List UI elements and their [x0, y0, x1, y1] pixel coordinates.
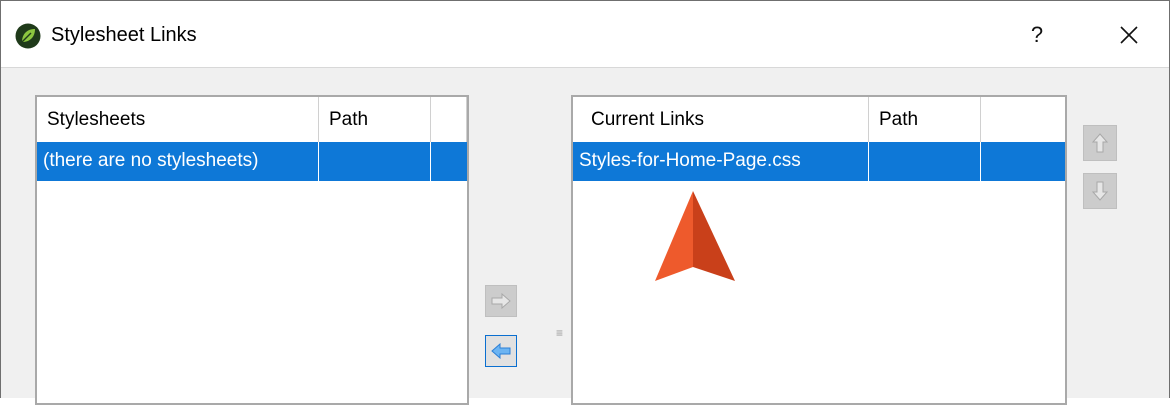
help-button[interactable]: ?: [1019, 17, 1055, 53]
arrow-right-icon: [491, 293, 511, 309]
column-header-filler: [431, 97, 467, 142]
remove-link-button[interactable]: [485, 335, 517, 367]
current-links-list-header: Current Links Path: [573, 97, 1065, 143]
list-item[interactable]: (there are no stylesheets): [37, 142, 467, 181]
current-links-list[interactable]: Current Links Path Styles-for-Home-Page.…: [571, 95, 1067, 405]
title-bar: Stylesheet Links ?: [1, 1, 1169, 68]
add-link-button[interactable]: [485, 285, 517, 317]
move-down-button[interactable]: [1083, 173, 1117, 209]
stylesheet-path-cell: [319, 142, 431, 181]
link-name-cell: Styles-for-Home-Page.css: [573, 142, 869, 181]
arrow-left-icon: [491, 343, 511, 359]
column-header-stylesheets[interactable]: Stylesheets: [37, 97, 319, 142]
arrow-up-icon: [1092, 133, 1108, 153]
stylesheet-name-cell: (there are no stylesheets): [37, 142, 319, 181]
row-filler-cell: [431, 142, 467, 181]
stylesheet-links-dialog: Stylesheet Links ? Stylesheets Path (the…: [0, 0, 1170, 405]
arrow-down-icon: [1092, 181, 1108, 201]
close-icon: [1120, 26, 1138, 44]
row-filler-cell: [981, 142, 1065, 181]
leaf-app-icon: [15, 23, 41, 49]
column-header-path[interactable]: Path: [869, 97, 981, 142]
column-header-filler: [981, 97, 1065, 142]
stylesheets-list[interactable]: Stylesheets Path (there are no styleshee…: [35, 95, 469, 405]
list-item[interactable]: Styles-for-Home-Page.css: [573, 142, 1065, 181]
move-up-button[interactable]: [1083, 125, 1117, 161]
stylesheets-list-header: Stylesheets Path: [37, 97, 467, 143]
close-button[interactable]: [1109, 17, 1149, 53]
column-header-path[interactable]: Path: [319, 97, 431, 142]
link-path-cell: [869, 142, 981, 181]
dialog-title: Stylesheet Links: [51, 24, 197, 46]
column-header-current-links[interactable]: Current Links: [573, 97, 869, 142]
splitter-grip[interactable]: ≡: [556, 327, 563, 339]
pointer-arrow-icon: [655, 191, 735, 281]
